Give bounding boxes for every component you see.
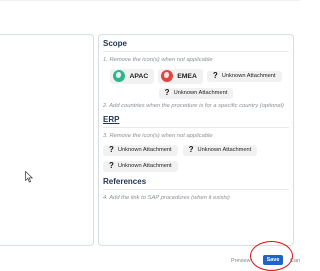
region-chip-apac[interactable]: APAC: [110, 68, 155, 84]
region-chip-row: APAC EMEA ? Unknown Attachment: [103, 68, 289, 84]
question-mark-icon: ?: [109, 145, 114, 154]
attachment-label: Unknown Attachment: [117, 147, 172, 153]
erp-remove-hint: 3. Remove the icon(s) when not applicabl…: [103, 133, 213, 139]
mouse-cursor-icon: [25, 171, 33, 183]
highlight-circle-annotation: [250, 241, 293, 271]
globe-icon: [161, 70, 174, 82]
erp-section: ERP 3. Remove the icon(s) when not appli…: [103, 115, 289, 172]
unknown-attachment-chip[interactable]: ? Unknown Attachment: [158, 87, 234, 99]
region-label: APAC: [129, 72, 149, 80]
region-chip-emea[interactable]: EMEA: [158, 68, 203, 84]
erp-chip-row: ? Unknown Attachment ? Unknown Attachmen…: [103, 144, 289, 172]
attachment-label: Unknown Attachment: [117, 163, 172, 169]
scope-countries-hint: 2. Add countries when the procedure is f…: [103, 102, 284, 109]
attachment-label: Unknown Attachment: [173, 90, 228, 96]
scope-section: Scope 1. Remove the icon(s) when not app…: [103, 39, 289, 110]
scope-heading: Scope: [103, 39, 289, 52]
question-mark-icon: ?: [188, 145, 194, 154]
unknown-attachment-chip[interactable]: ? Unknown Attachment: [103, 144, 178, 156]
attachment-label: Unknown Attachment: [221, 73, 276, 79]
references-hint: 4. Add the link to SAP procedures (when …: [103, 194, 230, 201]
question-mark-icon: ?: [212, 71, 218, 80]
question-mark-icon: ?: [164, 88, 170, 97]
question-mark-icon: ?: [109, 161, 114, 170]
attachment-label: Unknown Attachment: [197, 147, 252, 153]
references-heading: References: [103, 177, 289, 190]
preview-button[interactable]: Preview: [231, 258, 251, 264]
unknown-attachment-chip[interactable]: ? Unknown Attachment: [206, 70, 282, 82]
erp-heading: ERP: [103, 115, 289, 128]
scope-remove-hint: 1. Remove the icon(s) when not applicabl…: [103, 57, 213, 63]
unknown-attachment-chip[interactable]: ? Unknown Attachment: [103, 160, 178, 172]
page-background: [0, 0, 300, 20]
references-section: References 4. Add the link to SAP proced…: [103, 177, 289, 203]
divider: [0, 0, 300, 1]
properties-side-panel: Scope 1. Remove the icon(s) when not app…: [98, 34, 294, 246]
unknown-attachment-chip[interactable]: ? Unknown Attachment: [182, 144, 258, 156]
region-label: EMEA: [177, 72, 197, 80]
globe-icon: [113, 70, 126, 82]
scope-attachment-row: ? Unknown Attachment: [103, 87, 289, 99]
content-editor-panel[interactable]: [0, 34, 94, 246]
